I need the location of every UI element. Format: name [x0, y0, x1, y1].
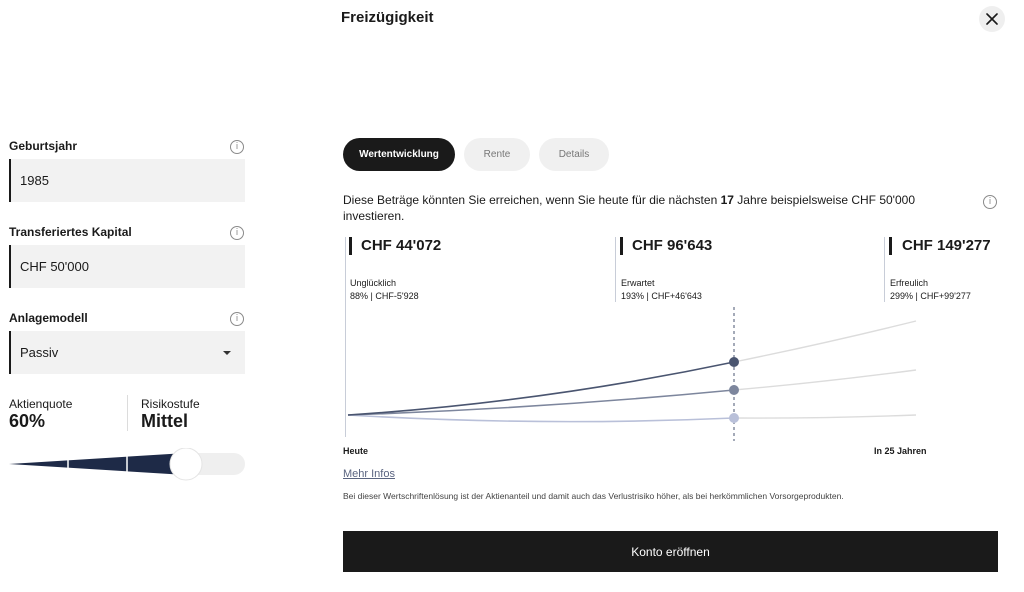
tab-rente[interactable]: Rente: [464, 138, 530, 171]
model-select-value: Passiv: [20, 345, 59, 360]
info-icon[interactable]: i: [230, 140, 244, 154]
info-icon[interactable]: i: [230, 226, 244, 240]
divider: [127, 395, 128, 431]
chevron-down-icon: [223, 351, 231, 355]
scenario-mid-value: CHF 96'643: [632, 237, 713, 254]
info-icon[interactable]: i: [230, 312, 244, 326]
high-scenario-point: [729, 357, 739, 367]
equity-slider[interactable]: [9, 448, 249, 482]
equity-value: 60%: [9, 411, 46, 431]
info-icon[interactable]: i: [983, 195, 997, 209]
scenario-guide-line: [615, 237, 616, 302]
risk-value: Mittel: [141, 411, 188, 431]
birth-year-label: Geburtsjahr: [9, 139, 78, 153]
scenario-mid-name: Erwartet: [621, 278, 655, 288]
scenario-low-name: Unglücklich: [350, 278, 397, 288]
risk-label: Risikostufe: [141, 397, 200, 411]
scenario-low-detail: 88% | CHF-5'928: [350, 291, 419, 301]
tab-details[interactable]: Details: [539, 138, 609, 171]
scenario-guide-line: [884, 237, 885, 302]
capital-field[interactable]: [9, 245, 245, 288]
mid-scenario-line-future: [733, 369, 917, 391]
low-scenario-point: [729, 413, 739, 423]
model-select[interactable]: Passiv: [9, 331, 245, 374]
projection-chart: [347, 307, 917, 441]
scenario-high-name: Erfreulich: [890, 278, 929, 288]
close-button[interactable]: [979, 6, 1005, 32]
birth-year-field[interactable]: [9, 159, 245, 202]
birth-year-input[interactable]: [20, 173, 220, 188]
disclaimer-text: Bei dieser Wertschriftenlösung ist der A…: [343, 491, 844, 501]
x-axis-start-label: Heute: [343, 446, 369, 456]
scenario-low-value: CHF 44'072: [361, 237, 442, 254]
scenario-bar: [620, 237, 623, 255]
scenario-bar: [889, 237, 892, 255]
slider-thumb[interactable]: [169, 448, 203, 481]
low-scenario-line: [347, 414, 735, 423]
mid-scenario-point: [729, 385, 739, 395]
high-scenario-line-future: [733, 320, 917, 363]
close-icon: [986, 13, 998, 25]
low-scenario-line-future: [733, 414, 917, 419]
scenario-high-detail: 299% | CHF+99'277: [890, 291, 971, 301]
capital-input[interactable]: [20, 259, 220, 274]
page-title: Freizügigkeit: [341, 9, 434, 26]
x-axis-end-label: In 25 Jahren: [874, 446, 927, 456]
capital-label: Transferiertes Kapital: [9, 225, 132, 239]
slider-fill: [9, 453, 186, 475]
more-info-link[interactable]: Mehr Infos: [343, 468, 395, 480]
intro-text-before: Diese Beträge könnten Sie erreichen, wen…: [343, 193, 721, 207]
tab-wertentwicklung[interactable]: Wertentwicklung: [343, 138, 455, 171]
open-account-button[interactable]: Konto eröffnen: [343, 531, 998, 572]
high-scenario-line: [347, 361, 735, 416]
scenario-high-value: CHF 149'277: [902, 237, 991, 254]
intro-text: Diese Beträge könnten Sie erreichen, wen…: [343, 192, 943, 224]
scenario-bar: [349, 237, 352, 255]
model-label: Anlagemodell: [9, 311, 88, 325]
scenario-mid-detail: 193% | CHF+46'643: [621, 291, 702, 301]
intro-years: 17: [720, 193, 734, 207]
equity-label: Aktienquote: [9, 397, 73, 411]
